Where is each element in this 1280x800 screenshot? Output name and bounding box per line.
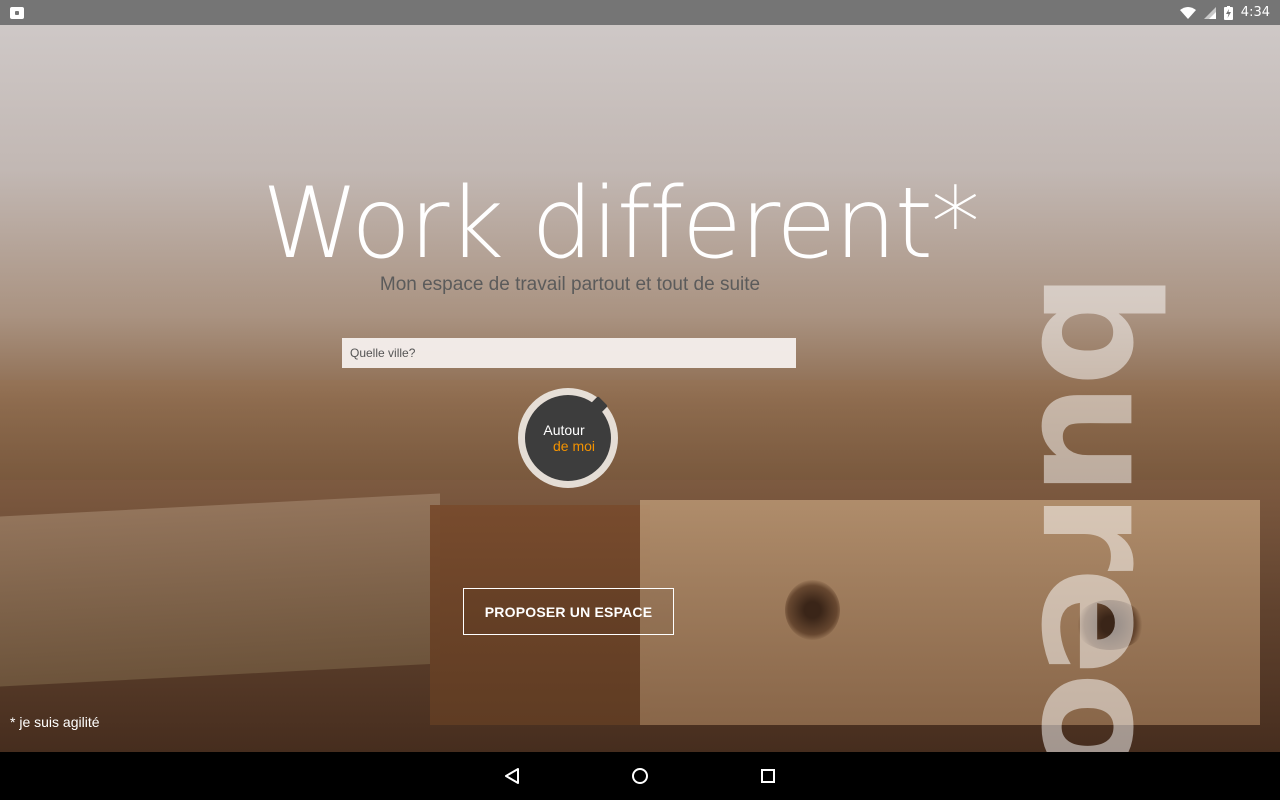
- offer-space-button[interactable]: PROPOSER UN ESPACE: [463, 588, 674, 635]
- headline: Work different*: [262, 167, 980, 281]
- shopping-bag-icon: [10, 6, 24, 19]
- status-right: 4:34: [1179, 5, 1270, 20]
- background-wood-photo: bureo Work different* Mon espace de trav…: [0, 25, 1280, 752]
- home-icon: [632, 768, 648, 784]
- subline: Mon espace de travail partout et tout de…: [379, 274, 761, 295]
- recents-icon: [761, 769, 775, 783]
- status-bar: 4:34: [0, 0, 1280, 25]
- back-button[interactable]: [499, 763, 525, 789]
- wood-knot: [785, 580, 840, 640]
- back-icon: [505, 768, 519, 784]
- around-me-bubble: Autour de moi: [525, 395, 611, 481]
- footnote: * je suis agilité: [10, 714, 100, 730]
- brand-logo: bureo: [1006, 272, 1194, 752]
- home-button[interactable]: [627, 763, 653, 789]
- city-search-input[interactable]: [342, 338, 796, 368]
- around-me-label-line1: Autour: [543, 422, 585, 438]
- wood-plank: [0, 493, 440, 687]
- status-time: 4:34: [1240, 5, 1270, 20]
- recents-button[interactable]: [755, 763, 781, 789]
- status-left: [10, 6, 24, 19]
- wifi-icon: [1179, 6, 1196, 19]
- around-me-button[interactable]: Autour de moi: [518, 388, 618, 488]
- battery-charging-icon: [1223, 5, 1233, 20]
- signal-icon: [1203, 6, 1216, 19]
- around-me-label-line2: de moi: [552, 438, 596, 454]
- navigation-bar: [0, 752, 1280, 800]
